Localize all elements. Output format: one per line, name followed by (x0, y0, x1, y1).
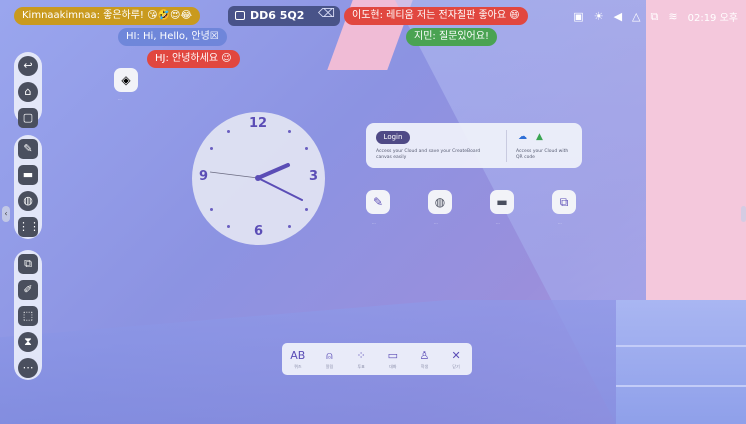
brightness-icon[interactable]: ☀ (594, 10, 604, 23)
bell-label: 알림 (325, 363, 334, 369)
chat-bubble-green: 지민: 질문있어요! (406, 28, 497, 46)
chat-label: 대화 (389, 363, 397, 369)
login-button[interactable]: Login (376, 131, 410, 144)
recent-apps-icon[interactable]: ▢ (18, 108, 38, 128)
login-description: Access your Cloud and save your CreateBo… (376, 149, 481, 160)
grid-icon: ⁘ (356, 348, 366, 362)
right-edge-handle[interactable] (741, 206, 746, 222)
analog-clock-widget[interactable]: 12 3 6 9 (192, 112, 325, 245)
onedrive-icon[interactable]: ☁ (518, 132, 527, 142)
wifi-icon[interactable]: ≋ (668, 10, 677, 23)
quiz-label: 퀴즈 (294, 363, 302, 369)
whiteboard-app-icon[interactable]: ✎ (366, 190, 390, 214)
app-label: ... (118, 96, 122, 101)
screenshot-icon[interactable]: ⬚ (18, 306, 38, 326)
apps-grid-icon[interactable]: ⋮⋮ (18, 217, 40, 237)
browser-icon[interactable]: ◍ (18, 191, 38, 211)
user-add-icon: ♙ (419, 348, 430, 362)
volume-icon[interactable]: ◀ (614, 10, 622, 23)
screen-share-app-icon[interactable]: ⧉ (552, 190, 576, 214)
ab-icon: AB (290, 348, 306, 362)
eraser-icon[interactable]: ⌫ (318, 6, 335, 20)
more-icon[interactable]: ⋯ (18, 358, 38, 378)
cloud-icon[interactable]: △ (632, 10, 640, 23)
system-tray: ▣ ☀ ◀ △ ⧉ ≋ 02:19 오후 (573, 9, 738, 25)
bell-icon: ⍝ (326, 348, 333, 362)
close-icon: ✕ (451, 348, 461, 362)
app-label: ... (558, 220, 562, 225)
files-app-icon[interactable]: ▬ (490, 190, 514, 214)
cloud-login-card: Login Access your Cloud and save your Cr… (366, 123, 582, 168)
clock-hands (209, 163, 303, 201)
chat-bubble-hi: HI: Hi, Hello, 안녕☒ (118, 28, 227, 46)
card-divider (506, 130, 507, 162)
app-label: ... (496, 220, 500, 225)
app-label: ... (434, 220, 438, 225)
board-title-label: DD6 5Q2 (250, 9, 305, 22)
close-label: 닫기 (452, 363, 460, 369)
chat-icon: ▭ (387, 348, 398, 362)
google-drive-icon[interactable]: ▲ (536, 132, 543, 142)
quiz-button[interactable]: AB 퀴즈 (285, 349, 311, 370)
home-icon[interactable]: ⌂ (18, 82, 38, 102)
back-icon[interactable]: ↩ (18, 56, 38, 76)
timer-icon[interactable]: ⧗ (18, 332, 38, 352)
chat-bubble-kimnaakimnaa: Kimnaakimnaa: 좋은하루! 😘🤣😍😂 (14, 7, 201, 25)
classroom-toolbar: AB 퀴즈 ⍝ 알림 ⁘ 투표 ▭ 대화 ♙ 학생 ✕ 닫기 (282, 343, 472, 375)
sidebar-middle: ✎ ▬ ◍ ⋮⋮ (14, 135, 42, 239)
close-toolbar-button[interactable]: ✕ 닫기 (443, 349, 469, 370)
student-button[interactable]: ♙ 학생 (411, 349, 437, 370)
qr-description: Access your Cloud with QR code (516, 149, 569, 160)
share-app-icon[interactable]: ◈ (114, 68, 138, 92)
browser-app-icon[interactable]: ◍ (428, 190, 452, 214)
wallpaper-steps (616, 300, 746, 424)
sidebar-bottom: ⧉ ✐ ⬚ ⧗ ⋯ (14, 250, 42, 380)
whiteboard-icon[interactable]: ✎ (18, 139, 38, 159)
folder-icon[interactable]: ▬ (18, 165, 38, 185)
wallpaper-pink-wall (646, 0, 746, 300)
annotate-icon[interactable]: ✐ (18, 280, 38, 300)
left-edge-handle[interactable]: ‹ (2, 206, 10, 222)
chat-button[interactable]: ▭ 대화 (380, 349, 406, 370)
vote-label: 투표 (357, 363, 365, 369)
wallpaper-step-line (616, 345, 746, 347)
vote-button[interactable]: ⁘ 투표 (348, 349, 374, 370)
chat-bubble-hj: HJ: 안녕하세요 😉 (147, 50, 240, 68)
bell-button[interactable]: ⍝ 알림 (316, 349, 342, 370)
screen-share-icon[interactable]: ⧉ (18, 254, 38, 274)
network-icon[interactable]: ⧉ (651, 10, 659, 24)
student-label: 학생 (420, 363, 429, 369)
clock-time: 02:19 오후 (687, 13, 738, 24)
wallpaper-step-line (616, 385, 746, 387)
sidebar-top: ↩ ⌂ ▢ (14, 52, 42, 128)
window-icon[interactable]: ▣ (573, 10, 583, 23)
board-icon (235, 11, 245, 20)
chat-bubble-top-right: 이도현: 레티움 저는 전자칠판 좋아요 😄 (344, 7, 528, 25)
app-label: ... (372, 220, 376, 225)
